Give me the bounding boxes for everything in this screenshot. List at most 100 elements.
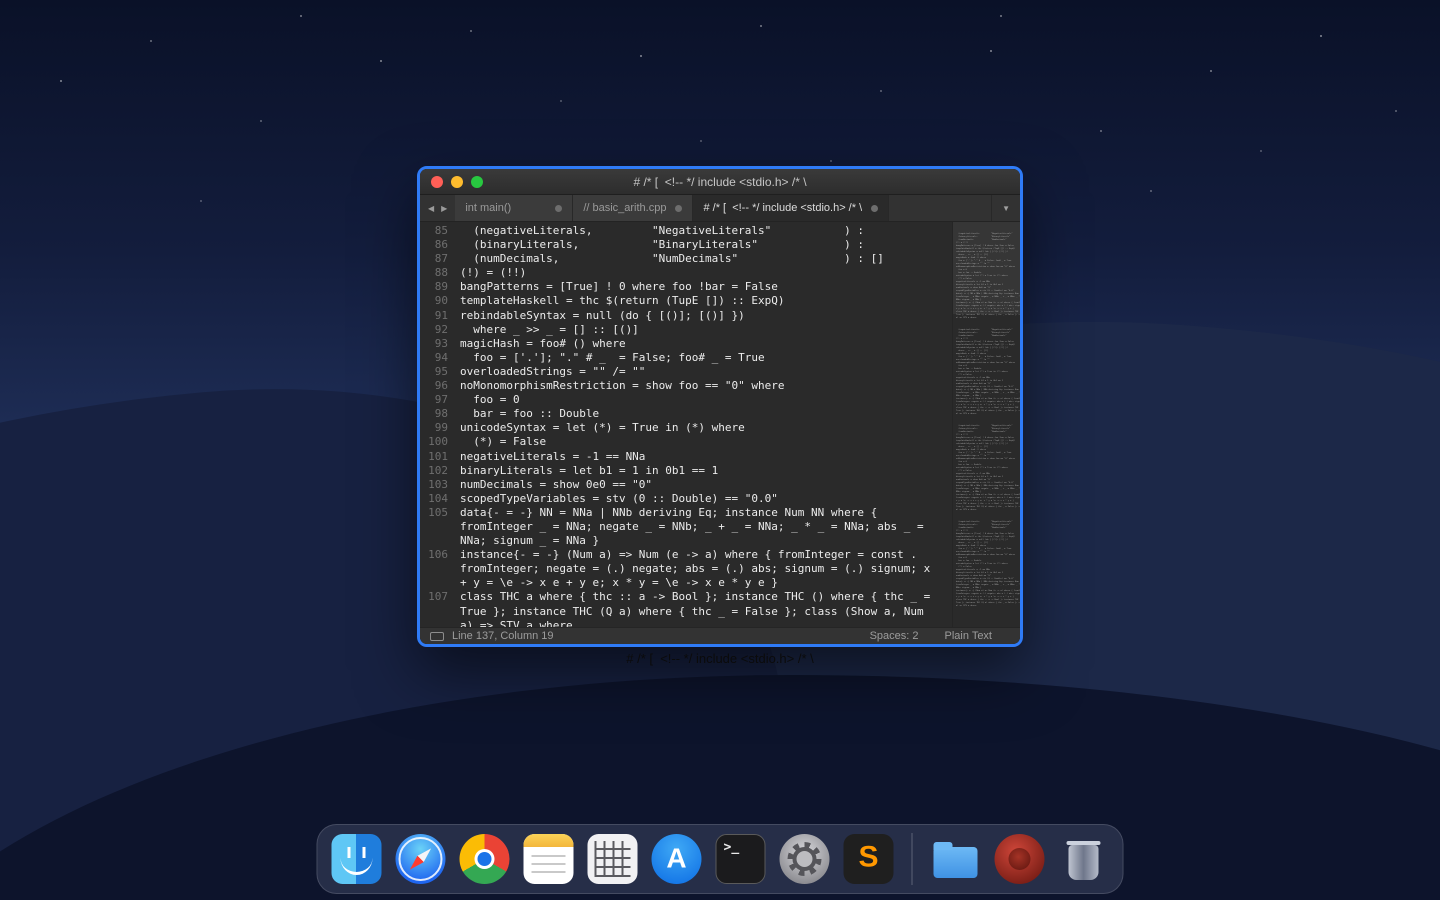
line-number: 86 <box>420 238 460 252</box>
syntax-setting[interactable]: Plain Text <box>945 630 993 642</box>
indent-setting[interactable]: Spaces: 2 <box>870 630 919 642</box>
minimap[interactable]: (negativeLiterals, "NegativeLiterals" ) … <box>952 222 1020 627</box>
dock-chrome-icon[interactable] <box>460 834 510 884</box>
code-line[interactable]: 103numDecimals = show 0e0 == "0" <box>420 478 1020 492</box>
code-line[interactable]: 95overloadedStrings = "" /= "" <box>420 365 1020 379</box>
code-line[interactable]: 96noMonomorphismRestriction = show foo =… <box>420 379 1020 393</box>
status-bar: Line 137, Column 19 Spaces: 2 Plain Text <box>420 627 1020 644</box>
line-text: data{- = -} NN = NNa | NNb deriving Eq; … <box>460 506 877 520</box>
line-text: magicHash = foo# () where <box>460 337 626 351</box>
line-text: class THC a where { thc :: a -> Bool }; … <box>460 590 930 604</box>
code-editor[interactable]: 85 (negativeLiterals, "NegativeLiterals"… <box>420 222 1020 627</box>
code-line[interactable]: 92 where _ >> _ = [] :: [()] <box>420 323 1020 337</box>
line-number: 93 <box>420 337 460 351</box>
dock-notes-icon[interactable] <box>524 834 574 884</box>
code-line[interactable]: 85 (negativeLiterals, "NegativeLiterals"… <box>420 224 1020 238</box>
code-line[interactable]: 107class THC a where { thc :: a -> Bool … <box>420 590 1020 604</box>
tab-label: int main() <box>465 202 511 214</box>
zoom-button[interactable] <box>471 176 483 188</box>
line-text: fromInteger _ = NNa; negate _ = NNb; _ +… <box>460 520 924 534</box>
dock-downloads-icon[interactable] <box>995 834 1045 884</box>
code-line[interactable]: fromInteger; negate = (.) negate; abs = … <box>420 562 1020 576</box>
code-line[interactable]: a) => STV a where <box>420 619 1020 627</box>
code-line[interactable]: 106instance{- = -} (Num a) => Num (e -> … <box>420 548 1020 562</box>
line-number: 91 <box>420 309 460 323</box>
line-text: foo = 0 <box>460 393 520 407</box>
dock-app-store-icon[interactable] <box>652 834 702 884</box>
tab[interactable]: // basic_arith.cpp <box>573 195 693 221</box>
tab[interactable]: # /* [ <!-- */ include <stdio.h> /* \ <box>693 195 889 221</box>
tab-bar: ◀ ▶ int main() // basic_arith.cpp # /* [ <… <box>420 195 1020 222</box>
code-line[interactable]: 86 (binaryLiterals, "BinaryLiterals" ) : <box>420 238 1020 252</box>
tab-scroll-controls: ◀ ▶ <box>420 195 455 221</box>
dock-system-preferences-icon[interactable] <box>780 834 830 884</box>
window-caption: # /* [ <!-- */ include <stdio.h> /* \ <box>0 651 1440 666</box>
code-line[interactable]: fromInteger _ = NNa; negate _ = NNb; _ +… <box>420 520 1020 534</box>
code-line[interactable]: 89bangPatterns = [True] ! 0 where foo !b… <box>420 280 1020 294</box>
line-number: 85 <box>420 224 460 238</box>
dock-safari-icon[interactable] <box>396 834 446 884</box>
code-line[interactable]: 90templateHaskell = thc $(return (TupE [… <box>420 294 1020 308</box>
dock-trash-icon[interactable] <box>1059 834 1109 884</box>
tab-scroll-left-icon[interactable]: ◀ <box>428 204 434 213</box>
code-line[interactable]: 98 bar = foo :: Double <box>420 407 1020 421</box>
tab[interactable]: int main() <box>455 195 573 221</box>
tab-modified-dot[interactable] <box>871 205 878 212</box>
line-text: + y = \e -> x e + y e; x * y = \e -> x e… <box>460 576 778 590</box>
code-line[interactable]: 97 foo = 0 <box>420 393 1020 407</box>
dock-sublime-text-icon[interactable] <box>844 834 894 884</box>
code-line[interactable]: NNa; signum _ = NNa } <box>420 534 1020 548</box>
tab-strip: int main() // basic_arith.cpp # /* [ <!-- … <box>455 195 889 221</box>
line-number: 103 <box>420 478 460 492</box>
line-number: 107 <box>420 590 460 604</box>
close-button[interactable] <box>431 176 443 188</box>
tab-scroll-right-icon[interactable]: ▶ <box>441 204 447 213</box>
code-line[interactable]: 87 (numDecimals, "NumDecimals" ) : [] <box>420 252 1020 266</box>
tab-label: // basic_arith.cpp <box>583 202 666 214</box>
line-text: fromInteger; negate = (.) negate; abs = … <box>460 562 930 576</box>
line-number: 106 <box>420 548 460 562</box>
dock-terminal-icon[interactable] <box>716 834 766 884</box>
tab-modified-dot[interactable] <box>675 205 682 212</box>
line-number: 104 <box>420 492 460 506</box>
sublime-text-window[interactable]: # /* [ <!-- */ include <stdio.h> /* \ ◀ … <box>420 169 1020 644</box>
code-line[interactable]: 105data{- = -} NN = NNa | NNb deriving E… <box>420 506 1020 520</box>
code-line[interactable]: True }; instance THC (Q a) where { thc _… <box>420 605 1020 619</box>
line-text: foo = ['.']; "." # _ = False; foo# _ = T… <box>460 351 765 365</box>
minimap-viewport[interactable] <box>953 222 1020 314</box>
code-line[interactable]: 93magicHash = foo# () where <box>420 337 1020 351</box>
line-text: numDecimals = show 0e0 == "0" <box>460 478 652 492</box>
code-line[interactable]: 94 foo = ['.']; "." # _ = False; foo# _ … <box>420 351 1020 365</box>
status-right: Spaces: 2 Plain Text <box>870 630 1010 642</box>
vintage-mode-icon[interactable] <box>430 632 444 641</box>
window-titlebar[interactable]: # /* [ <!-- */ include <stdio.h> /* \ <box>420 169 1020 195</box>
code-line[interactable]: + y = \e -> x e + y e; x * y = \e -> x e… <box>420 576 1020 590</box>
code-line[interactable]: 99unicodeSyntax = let (*) = True in (*) … <box>420 421 1020 435</box>
line-text: unicodeSyntax = let (*) = True in (*) wh… <box>460 421 745 435</box>
line-text: (negativeLiterals, "NegativeLiterals" ) … <box>460 224 864 238</box>
window-title: # /* [ <!-- */ include <stdio.h> /* \ <box>633 175 806 189</box>
minimize-button[interactable] <box>451 176 463 188</box>
code-line[interactable]: 102binaryLiterals = let b1 = 1 in 0b1 ==… <box>420 464 1020 478</box>
line-text: rebindableSyntax = null (do { [()]; [()]… <box>460 309 745 323</box>
chevron-down-icon: ▼ <box>1002 204 1010 213</box>
dock-finder-icon[interactable] <box>332 834 382 884</box>
line-number: 99 <box>420 421 460 435</box>
line-text: instance{- = -} (Num a) => Num (e -> a) … <box>460 548 917 562</box>
line-number: 94 <box>420 351 460 365</box>
line-number: 100 <box>420 435 460 449</box>
line-text: True }; instance THC (Q a) where { thc _… <box>460 605 924 619</box>
line-number: 90 <box>420 294 460 308</box>
code-line[interactable]: 91rebindableSyntax = null (do { [()]; [(… <box>420 309 1020 323</box>
code-line[interactable]: 104scopedTypeVariables = stv (0 :: Doubl… <box>420 492 1020 506</box>
line-number: 92 <box>420 323 460 337</box>
dock-grid-app-icon[interactable] <box>588 834 638 884</box>
tab-modified-dot[interactable] <box>555 205 562 212</box>
dock-folder-icon[interactable] <box>931 834 981 884</box>
code-line[interactable]: 100 (*) = False <box>420 435 1020 449</box>
tab-overflow-button[interactable]: ▼ <box>991 195 1020 221</box>
code-line[interactable]: 88(!) = (!!) <box>420 266 1020 280</box>
code-line[interactable]: 101negativeLiterals = -1 == NNa <box>420 450 1020 464</box>
code-lines: 85 (negativeLiterals, "NegativeLiterals"… <box>420 224 1020 627</box>
line-text: where _ >> _ = [] :: [()] <box>460 323 639 337</box>
